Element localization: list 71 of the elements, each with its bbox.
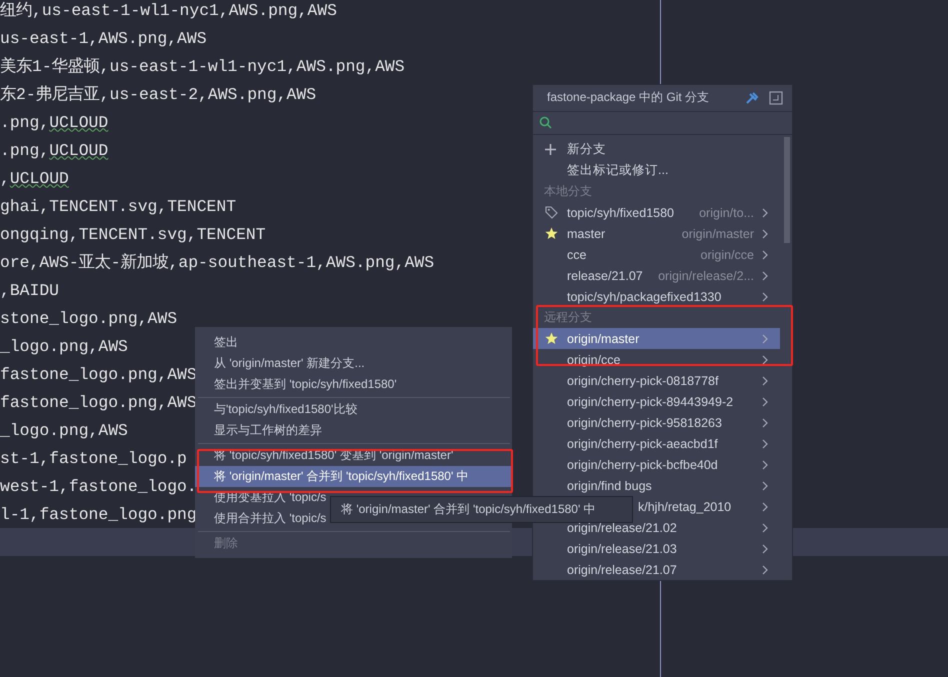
plus-icon xyxy=(545,144,556,155)
branch-item[interactable]: release/21.07 origin/release/2... xyxy=(533,265,780,286)
tooltip: 将 'origin/master' 合并到 'topic/syh/fixed1580' 中 xyxy=(330,496,633,523)
chevron-right-icon xyxy=(762,292,768,302)
star-icon xyxy=(545,227,558,240)
menu-item[interactable]: 从 'origin/master' 新建分支... xyxy=(195,353,512,374)
code-line: 美东1-华盛顿,us-east-1-wl1-nyc1,AWS.png,AWS xyxy=(0,56,405,77)
chevron-right-icon xyxy=(762,250,768,260)
code-line: fastone_logo.png,AWS xyxy=(0,364,197,384)
chevron-right-icon xyxy=(762,334,768,344)
chevron-right-icon xyxy=(762,396,768,406)
chevron-right-icon xyxy=(762,376,768,386)
branch-item[interactable]: origin/cherry-pick-0818778f xyxy=(533,370,780,391)
code-line: 纽约,us-east-1-wl1-nyc1,AWS.png,AWS xyxy=(0,0,337,21)
chevron-right-icon xyxy=(762,438,768,448)
pin-icon[interactable] xyxy=(745,90,759,105)
chevron-right-icon xyxy=(762,480,768,490)
code-line: fastone_logo.png,AWS xyxy=(0,392,197,412)
menu-item[interactable]: 将 'origin/master' 合并到 'topic/syh/fixed1580' 中 xyxy=(195,466,512,487)
branch-item[interactable]: origin/cherry-pick-89443949-2 xyxy=(533,391,780,412)
code-line: ghai,TENCENT.svg,TENCENT xyxy=(0,196,236,216)
popup-title: fastone-package 中的 Git 分支 xyxy=(547,89,710,106)
restore-icon[interactable] xyxy=(769,90,783,105)
branch-item[interactable]: origin/cherry-pick-bcfbe40d xyxy=(533,454,780,475)
section-header: 本地分支 xyxy=(543,183,593,200)
code-line: _logo.png,AWS xyxy=(0,420,128,440)
branch-item[interactable]: origin/release/21.03 xyxy=(533,538,780,559)
chevron-right-icon xyxy=(762,270,768,280)
code-line: ongqing,TENCENT.svg,TENCENT xyxy=(0,224,266,244)
code-line: .png,UCLOUD xyxy=(0,112,108,132)
branch-item[interactable]: topic/syh/packagefixed1330 xyxy=(533,286,780,307)
star-icon xyxy=(545,332,558,345)
menu-item[interactable]: 与'topic/syh/fixed1580'比较 xyxy=(195,399,512,420)
code-line: ,BAIDU xyxy=(0,280,60,300)
chevron-right-icon xyxy=(762,522,768,532)
menu-item[interactable]: 签出 xyxy=(195,332,512,353)
code-line: west-1,fastone_logo. xyxy=(0,476,197,496)
branch-item[interactable]: origin/find bugs xyxy=(533,475,780,496)
chevron-right-icon xyxy=(762,418,768,428)
branch-item[interactable]: origin/master xyxy=(533,328,780,349)
chevron-right-icon xyxy=(762,228,768,238)
code-line: 东2-弗尼吉亚,us-east-2,AWS.png,AWS xyxy=(0,84,316,105)
chevron-right-icon xyxy=(762,502,768,512)
code-line: ,UCLOUD xyxy=(0,168,69,188)
section-header: 远程分支 xyxy=(543,309,593,326)
chevron-right-icon xyxy=(762,354,768,364)
branch-item[interactable]: topic/syh/fixed1580 origin/to... xyxy=(533,202,780,223)
code-line: ore,AWS-亚太-新加坡,ap-southeast-1,AWS.png,AWS xyxy=(0,252,434,273)
chevron-right-icon xyxy=(762,460,768,470)
code-line: .png,UCLOUD xyxy=(0,140,108,160)
tag-icon xyxy=(545,206,558,219)
code-line: stone_logo.png,AWS xyxy=(0,308,178,328)
branch-item[interactable]: master origin/master xyxy=(533,223,780,244)
code-line: l-1,fastone_logo.png xyxy=(0,504,197,524)
branch-item[interactable]: origin/cherry-pick-95818263 xyxy=(533,412,780,433)
branch-item[interactable]: origin/cce xyxy=(533,349,780,370)
chevron-right-icon xyxy=(762,544,768,554)
menu-item[interactable]: 显示与工作树的差异 xyxy=(195,420,512,441)
menu-item[interactable]: 签出并变基到 'topic/syh/fixed1580' xyxy=(195,374,512,395)
popup-action[interactable]: 新分支 xyxy=(533,139,780,160)
branch-item[interactable]: origin/release/21.07 xyxy=(533,559,780,580)
chevron-right-icon xyxy=(762,208,768,218)
code-line: st-1,fastone_logo.p xyxy=(0,448,187,468)
search-icon xyxy=(539,116,552,130)
chevron-right-icon xyxy=(762,564,768,574)
code-line: _logo.png,AWS xyxy=(0,336,128,356)
popup-action[interactable]: 签出标记或修订... xyxy=(533,160,780,181)
branch-item[interactable]: origin/cherry-pick-aeacbd1f xyxy=(533,433,780,454)
branch-item[interactable]: k/hjh/retag_2010 xyxy=(636,496,780,517)
branch-item[interactable]: cce origin/cce xyxy=(533,244,780,265)
code-line: us-east-1,AWS.png,AWS xyxy=(0,28,207,48)
